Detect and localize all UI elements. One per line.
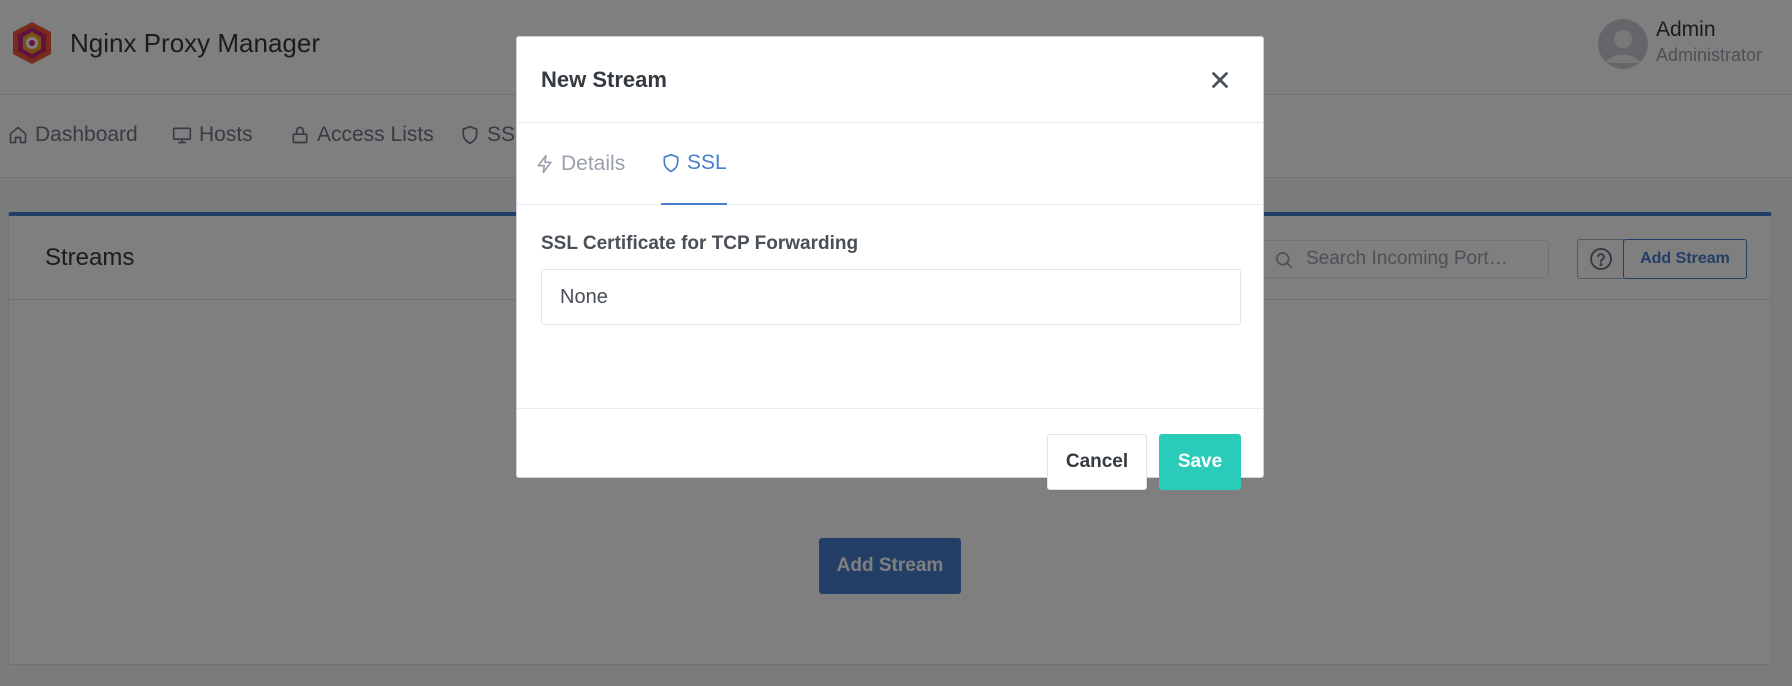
tab-label: SSL — [687, 151, 727, 174]
cancel-button[interactable]: Cancel — [1047, 434, 1147, 490]
modal-header: New Stream — [517, 37, 1263, 123]
close-icon — [1212, 72, 1228, 88]
ssl-certificate-select[interactable]: None — [541, 269, 1241, 325]
modal-title: New Stream — [541, 67, 667, 92]
close-button[interactable] — [1207, 67, 1233, 93]
new-stream-modal: New Stream Details SSL SSL Certificate f… — [516, 36, 1264, 490]
shield-icon — [663, 153, 679, 173]
save-button[interactable]: Save — [1159, 434, 1241, 490]
tab-ssl[interactable]: SSL — [661, 123, 727, 205]
tab-details[interactable]: Details — [535, 123, 625, 205]
ssl-certificate-value: None — [560, 286, 608, 308]
modal-body: SSL Certificate for TCP Forwarding None — [517, 205, 1263, 409]
zap-icon — [537, 154, 552, 174]
ssl-certificate-label: SSL Certificate for TCP Forwarding — [541, 233, 859, 254]
modal-tabs: Details SSL — [517, 123, 1263, 205]
tab-label: Details — [561, 152, 626, 175]
